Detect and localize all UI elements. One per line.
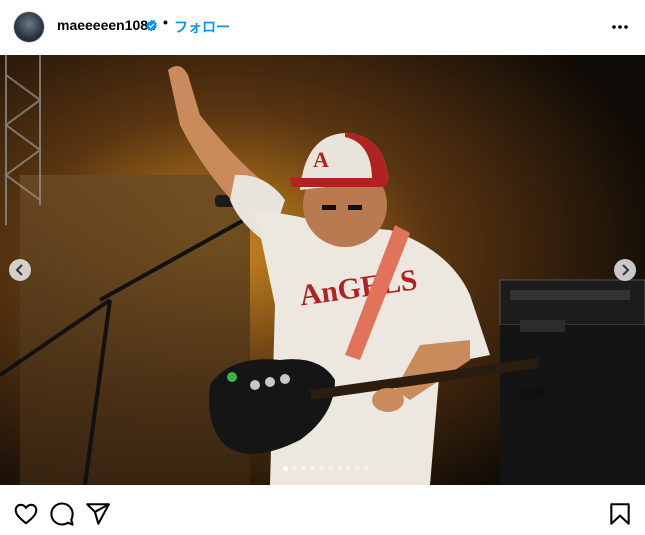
more-options-icon[interactable] [610,18,630,36]
post-header: maeeeeen1084 • フォロー [0,0,645,55]
bookmark-icon[interactable] [607,501,633,527]
comment-icon[interactable] [49,501,75,527]
carousel-prev-button[interactable] [9,259,31,281]
chevron-right-icon [622,264,630,276]
post-photo[interactable]: A AnGELS [0,55,645,485]
separator-dot: • [163,14,168,30]
carousel-dot [328,466,333,471]
carousel-dot [301,466,306,471]
verified-badge-icon [146,19,157,32]
avatar[interactable] [14,12,44,42]
svg-text:A: A [313,147,329,172]
carousel-dot [355,466,360,471]
carousel-dot [283,466,288,471]
post-actions [0,485,645,535]
carousel-next-button[interactable] [614,259,636,281]
username[interactable]: maeeeeen1084 [57,17,156,33]
carousel-dot [310,466,315,471]
carousel-dot [319,466,324,471]
chevron-left-icon [15,264,23,276]
concert-photo-illustration: A AnGELS [0,55,645,485]
heart-icon[interactable] [13,501,39,527]
follow-button[interactable]: フォロー [174,17,230,37]
carousel-dot [337,466,342,471]
carousel-dot [292,466,297,471]
carousel-dot [346,466,351,471]
send-icon[interactable] [85,501,111,527]
carousel-dot [364,466,369,471]
